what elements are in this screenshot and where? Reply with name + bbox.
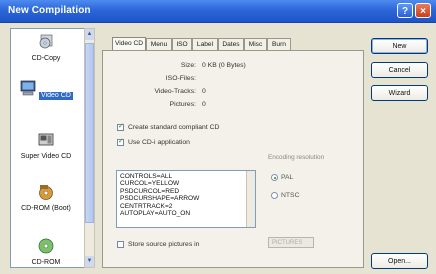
video-tracks-value: 0 (202, 88, 206, 95)
iso-files-label: ISO-Files: (165, 75, 196, 82)
list-item-label: Super Video CD (20, 153, 72, 160)
cdi-config-textbox[interactable]: CONTROLS=ALL CURCOL=YELLOW PSDCURCOL=RED… (116, 170, 256, 228)
list-item-cd-copy[interactable]: CD-Copy (11, 33, 81, 63)
list-item-super-video-cd[interactable]: Super Video CD (11, 131, 81, 161)
pictures-label: Pictures: (169, 101, 196, 108)
tab-video-cd[interactable]: Video CD (112, 37, 146, 51)
list-scrollbar[interactable]: ▲ ▼ (84, 28, 95, 268)
tab-burn[interactable]: Burn (267, 38, 291, 50)
pictures-value: 0 (202, 101, 206, 108)
config-line: AUTOPLAY=AUTO_ON (120, 210, 191, 218)
video-cd-panel (102, 50, 364, 268)
window-title: New Compilation (8, 5, 91, 16)
size-value: 0 KB (0 Bytes) (202, 62, 246, 69)
title-bar[interactable]: New Compilation ? × (0, 0, 436, 23)
textbox-scrollbar[interactable] (246, 171, 255, 227)
config-line: PSDCURSHAPE=ARROW (120, 195, 200, 203)
cd-copy-icon (39, 34, 53, 49)
video-cd-icon (20, 80, 36, 96)
scroll-down-arrow-icon[interactable]: ▼ (85, 256, 94, 267)
store-pictures-checkbox[interactable] (117, 241, 124, 248)
pal-radio[interactable] (271, 174, 278, 181)
encoding-resolution-label: Encoding resolution (268, 154, 325, 161)
new-compilation-dialog: New Compilation ? × CD-Copy Video CD Sup… (0, 0, 436, 274)
close-button[interactable]: × (415, 3, 431, 18)
tab-menu[interactable]: Menu (146, 38, 172, 50)
list-item-cd-rom[interactable]: CD-ROM (11, 237, 81, 267)
tab-label[interactable]: Label (192, 38, 218, 50)
compliant-cd-checkbox[interactable] (117, 122, 124, 131)
config-line: CURCOL=YELLOW (120, 180, 180, 188)
compliant-cd-label: Create standard compliant CD (128, 124, 220, 131)
pictures-folder-input[interactable]: PICTURES (268, 237, 314, 248)
cancel-button[interactable]: Cancel (371, 62, 428, 78)
compilation-type-list[interactable]: CD-Copy Video CD Super Video CD CD-ROM (… (10, 28, 94, 268)
store-pictures-label: Store source pictures in (128, 241, 200, 248)
ntsc-label: NTSC (281, 192, 300, 199)
config-line: CONTROLS=ALL (120, 173, 173, 180)
list-item-label: CD-Copy (31, 55, 61, 62)
cd-rom-icon (38, 238, 54, 254)
list-item-cd-rom-boot[interactable]: CD-ROM (Boot) (11, 183, 81, 213)
pal-label: PAL (281, 174, 294, 181)
list-item-label: Video CD (39, 92, 73, 100)
cdi-application-label: Use CD-i application (128, 139, 190, 146)
cd-rom-boot-icon (39, 185, 53, 200)
list-item-label: CD-ROM (Boot) (21, 205, 71, 212)
tab-misc[interactable]: Misc (244, 38, 267, 50)
config-line: CENTRTRACK=2 (120, 202, 173, 210)
open-button[interactable]: Open... (371, 253, 428, 269)
super-video-cd-icon (38, 133, 54, 146)
wizard-button[interactable]: Wizard (371, 85, 428, 101)
help-button[interactable]: ? (397, 3, 413, 18)
size-label: Size: (180, 62, 196, 69)
tab-iso[interactable]: ISO (172, 38, 192, 50)
video-tracks-label: Video-Tracks: (154, 88, 196, 95)
new-button[interactable]: New (371, 38, 428, 54)
tab-dates[interactable]: Dates (218, 38, 244, 50)
ntsc-radio[interactable] (271, 192, 278, 199)
scroll-up-arrow-icon[interactable]: ▲ (85, 29, 94, 40)
list-item-video-cd[interactable]: Video CD (11, 79, 81, 100)
cdi-application-checkbox[interactable] (117, 137, 124, 146)
config-line: PSDCURCOL=RED (120, 187, 180, 195)
list-item-label: CD-ROM (31, 259, 61, 266)
scroll-thumb[interactable] (85, 43, 94, 223)
